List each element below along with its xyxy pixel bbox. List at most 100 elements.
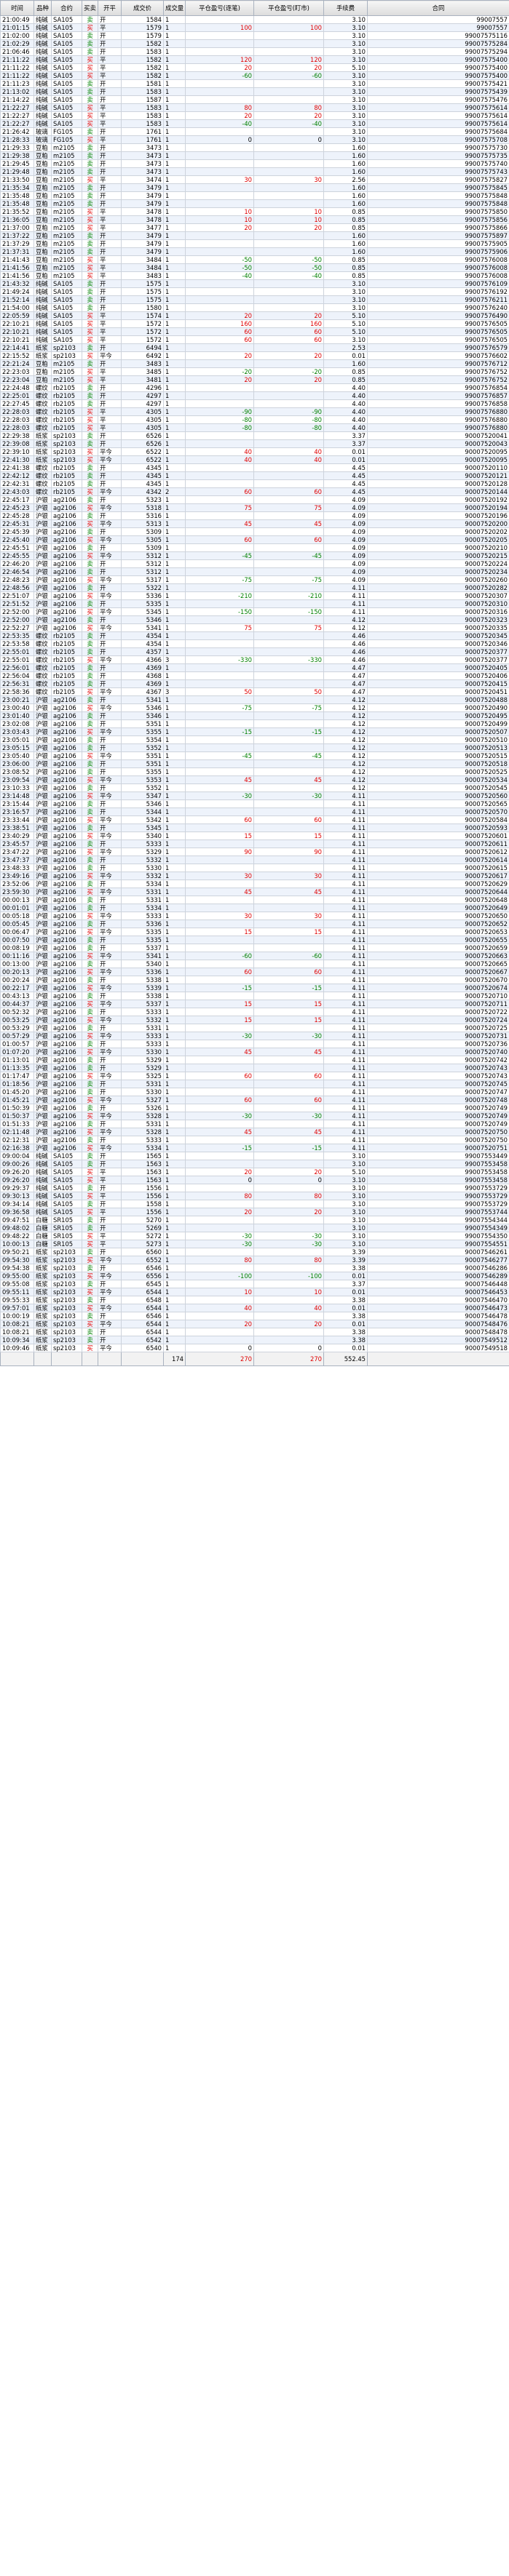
table-row[interactable]: 21:22:27 纯碱 SA105 买平 1583 1 80 80 3.10 9900757561…: [0, 103, 509, 112]
table-row[interactable]: 22:23:04 豆粕 m2105 买平 3481 1 20 20 0.85 9900757675…: [0, 375, 509, 384]
table-row[interactable]: 22:10:21 纯碱 SA105 买平 1572 1 60 60 3.10 9900757650…: [0, 335, 509, 344]
table-row[interactable]: 21:02:29 纯碱 SA105 卖开 1582 1 3.10 99007575284: [0, 39, 509, 48]
table-row[interactable]: 22:45:28 沪银 ag2106 卖开 5316 1 4.09 90007520196: [0, 511, 509, 520]
table-row[interactable]: 10:08:21 纸浆 sp2103 买平今 6544 1 20 20 0.01 90007548…: [0, 1320, 509, 1328]
table-row[interactable]: 22:39:10 纸浆 sp2103 买平今 6522 1 40 40 0.01 90007520…: [0, 447, 509, 456]
table-row[interactable]: 09:57:01 纸浆 sp2103 买平今 6544 1 40 40 0.01 90007546…: [0, 1304, 509, 1312]
table-row[interactable]: 23:03:43 沪银 ag2106 买平今 5355 1 -15 -15 4.12 900075…: [0, 727, 509, 736]
col-header-contract[interactable]: 合约: [51, 0, 82, 16]
table-row[interactable]: 09:54:38 纸浆 sp2103 卖开 6546 1 3.38 90007546286: [0, 1264, 509, 1272]
table-row[interactable]: 22:28:03 螺纹 rb2105 买平 4305 1 -80 -80 4.40 9900757…: [0, 423, 509, 432]
col-header-open-close[interactable]: 开平: [98, 0, 122, 16]
table-row[interactable]: 23:15:44 沪银 ag2106 卖开 5346 1 4.11 90007520565: [0, 799, 509, 808]
table-row[interactable]: 23:16:57 沪银 ag2106 卖开 5344 1 4.11 90007520570: [0, 808, 509, 816]
table-row[interactable]: 09:30:13 纯碱 SA105 买平 1556 1 80 80 3.10 9900755372…: [0, 1192, 509, 1200]
table-row[interactable]: 22:45:17 沪银 ag2106 卖开 5323 1 4.09 90007520192: [0, 495, 509, 504]
table-row[interactable]: 09:29:37 纯碱 SA105 卖开 1556 1 3.10 99007553729: [0, 1184, 509, 1192]
table-row[interactable]: 10:09:34 纸浆 sp2103 卖开 6542 1 3.38 90007549512: [0, 1336, 509, 1344]
table-row[interactable]: 23:00:40 沪银 ag2106 买平今 5346 1 -75 -75 4.12 900075…: [0, 703, 509, 712]
table-row[interactable]: 21:35:52 豆粕 m2105 买平 3478 1 10 10 0.85 9900757585…: [0, 207, 509, 216]
table-row[interactable]: 21:35:48 豆粕 m2105 卖开 3479 1 1.60 99007575848: [0, 191, 509, 200]
table-row[interactable]: 22:55:01 螺纹 rb2105 卖开 4357 1 4.46 90007520377: [0, 647, 509, 656]
table-row[interactable]: 23:47:22 沪银 ag2106 买平今 5329 1 90 90 4.11 90007520…: [0, 848, 509, 856]
table-row[interactable]: 21:37:00 豆粕 m2105 买平 3477 1 20 20 0.85 9900757586…: [0, 223, 509, 232]
table-row[interactable]: 22:56:01 螺纹 rb2105 卖开 4369 1 4.47 90007520405: [0, 663, 509, 672]
col-header-volume[interactable]: 成交量: [163, 0, 186, 16]
col-header-pnl-trade[interactable]: 平仓盈亏(逐笔): [185, 0, 254, 16]
col-header-side[interactable]: 买卖: [82, 0, 98, 16]
table-row[interactable]: 01:45:20 沪银 ag2106 卖开 5330 1 4.11 90007520747: [0, 1088, 509, 1096]
table-row[interactable]: 09:55:00 纸浆 sp2103 买平今 6556 1 -100 -100 0.01 9000…: [0, 1272, 509, 1280]
table-row[interactable]: 00:57:29 沪银 ag2106 买平今 5333 1 -30 -30 4.11 900075…: [0, 1032, 509, 1040]
table-row[interactable]: 09:48:02 白糖 SR105 卖开 5269 1 3.10 99007554349: [0, 1224, 509, 1232]
table-row[interactable]: 21:41:56 豆粕 m2105 买平 3484 1 -50 -50 0.85 99007576…: [0, 263, 509, 272]
table-row[interactable]: 09:55:11 纸浆 sp2103 买平今 6544 1 10 10 0.01 90007546…: [0, 1288, 509, 1296]
col-header-product[interactable]: 品种: [33, 0, 52, 16]
table-row[interactable]: 21:37:31 豆粕 m2105 卖开 3479 1 1.60 99007575906: [0, 247, 509, 256]
table-row[interactable]: 21:35:34 豆粕 m2105 卖开 3479 1 1.60 99007575845: [0, 183, 509, 192]
table-row[interactable]: 23:05:01 沪银 ag2106 卖开 5354 1 4.12 90007520510: [0, 735, 509, 744]
table-row[interactable]: 22:45:31 沪银 ag2106 买平今 5313 1 45 45 4.09 90007520…: [0, 519, 509, 528]
table-row[interactable]: 10:00:13 白糖 SR105 买平 5273 1 -30 -30 3.10 99007554…: [0, 1240, 509, 1248]
table-row[interactable]: 00:20:13 沪银 ag2106 买平今 5336 1 60 60 4.11 90007520…: [0, 968, 509, 976]
table-row[interactable]: 23:59:30 沪银 ag2106 买平今 5331 1 45 45 4.11 90007520…: [0, 888, 509, 896]
table-row[interactable]: 22:45:39 沪银 ag2106 卖开 5309 1 4.09 90007520202: [0, 527, 509, 536]
table-row[interactable]: 22:56:04 螺纹 rb2105 卖开 4368 1 4.47 90007520406: [0, 671, 509, 680]
table-row[interactable]: 21:41:56 豆粕 m2105 买平 3483 1 -40 -40 0.85 99007576…: [0, 271, 509, 280]
table-row[interactable]: 21:33:50 豆粕 m2105 买平 3474 1 30 30 2.56 9900757582…: [0, 175, 509, 184]
table-row[interactable]: 21:29:38 豆粕 m2105 卖开 3473 1 1.60 99007575735: [0, 151, 509, 160]
table-row[interactable]: 22:23:03 豆粕 m2105 买平 3485 1 -20 -20 0.85 99007576…: [0, 367, 509, 376]
table-row[interactable]: 22:46:54 沪银 ag2106 卖开 5312 1 4.09 90007520234: [0, 567, 509, 576]
col-header-time[interactable]: 时间: [0, 0, 34, 16]
table-row[interactable]: 22:41:38 螺纹 rb2105 卖开 4345 1 4.45 90007520110: [0, 463, 509, 472]
table-row[interactable]: 09:54:30 纸浆 sp2103 买平今 6552 1 80 80 3.39 90007546…: [0, 1256, 509, 1264]
table-row[interactable]: 01:13:35 沪银 ag2106 卖开 5329 1 4.11 90007520743: [0, 1064, 509, 1072]
table-row[interactable]: 01:13:01 沪银 ag2106 卖开 5329 1 4.11 90007520742: [0, 1056, 509, 1064]
col-header-fee[interactable]: 手续费: [323, 0, 368, 16]
table-row[interactable]: 01:18:56 沪银 ag2106 卖开 5331 1 4.11 90007520745: [0, 1080, 509, 1088]
table-row[interactable]: 22:25:01 螺纹 rb2105 卖开 4297 1 4.40 99007576857: [0, 391, 509, 400]
table-row[interactable]: 10:08:21 纸浆 sp2103 卖开 6544 1 3.38 90007548478: [0, 1328, 509, 1336]
table-row[interactable]: 02:12:31 沪银 ag2106 卖开 5333 1 4.11 90007520750: [0, 1136, 509, 1144]
table-row[interactable]: 21:22:27 纯碱 SA105 买平 1583 1 20 20 3.10 9900757561…: [0, 111, 509, 120]
table-row[interactable]: 23:05:15 沪银 ag2106 卖开 5352 1 4.12 90007520513: [0, 743, 509, 752]
table-row[interactable]: 00:44:37 沪银 ag2106 买平今 5337 1 15 15 4.11 90007520…: [0, 1000, 509, 1008]
table-row[interactable]: 23:01:40 沪银 ag2106 卖开 5346 1 4.12 90007520495: [0, 711, 509, 720]
table-row[interactable]: 22:27:45 螺纹 rb2105 卖开 4297 1 4.40 99007576858: [0, 399, 509, 408]
table-row[interactable]: 23:08:52 沪银 ag2106 卖开 5355 1 4.12 90007520525: [0, 767, 509, 776]
table-row[interactable]: 23:10:33 沪银 ag2106 卖开 5352 1 4.12 90007520545: [0, 783, 509, 792]
table-row[interactable]: 22:52:00 沪银 ag2106 卖开 5346 1 4.12 90007520323: [0, 615, 509, 624]
table-row[interactable]: 00:00:13 沪银 ag2106 卖开 5331 1 4.11 90007520648: [0, 896, 509, 904]
table-row[interactable]: 22:55:01 螺纹 rb2105 买平今 4366 3 -330 -330 4.46 9000…: [0, 655, 509, 664]
table-row[interactable]: 21:26:42 玻璃 FG105 卖开 1761 1 3.10 99007575684: [0, 127, 509, 136]
table-row[interactable]: 22:43:03 螺纹 rb2105 买平今 4342 2 60 60 4.45 90007520…: [0, 487, 509, 496]
table-row[interactable]: 23:52:06 沪银 ag2106 卖开 5334 1 4.11 90007520629: [0, 880, 509, 888]
table-row[interactable]: 21:52:14 纯碱 SA105 卖开 1575 1 3.10 99007576211: [0, 295, 509, 304]
table-row[interactable]: 22:41:30 纸浆 sp2103 买平今 6522 1 40 40 0.01 90007520…: [0, 455, 509, 464]
table-row[interactable]: 23:38:51 沪银 ag2106 卖开 5345 1 4.11 90007520593: [0, 824, 509, 832]
table-row[interactable]: 21:41:43 豆粕 m2105 买平 3484 1 -50 -50 0.85 99007576…: [0, 255, 509, 264]
table-row[interactable]: 21:49:24 纯碱 SA105 卖开 1575 1 3.10 99007576192: [0, 287, 509, 296]
table-row[interactable]: 01:50:37 沪银 ag2106 买平今 5328 1 -30 -30 4.11 900075…: [0, 1112, 509, 1120]
table-row[interactable]: 23:09:54 沪银 ag2106 买平今 5353 1 45 45 4.12 90007520…: [0, 775, 509, 784]
table-row[interactable]: 22:45:51 沪银 ag2106 卖开 5309 1 4.09 90007520210: [0, 543, 509, 552]
table-row[interactable]: 00:22:17 沪银 ag2106 买平今 5339 1 -15 -15 4.11 900075…: [0, 984, 509, 992]
table-row[interactable]: 21:37:22 豆粕 m2105 卖开 3479 1 1.60 99007575897: [0, 231, 509, 240]
table-row[interactable]: 21:36:05 豆粕 m2105 买平 3478 1 10 10 0.85 9900757585…: [0, 215, 509, 224]
table-row[interactable]: 09:55:08 纸浆 sp2103 卖开 6545 1 3.37 90007546448: [0, 1280, 509, 1288]
table-row[interactable]: 00:53:25 沪银 ag2106 买平今 5332 1 15 15 4.11 90007520…: [0, 1016, 509, 1024]
table-row[interactable]: 00:43:13 沪银 ag2106 卖开 5338 1 4.11 90007520710: [0, 992, 509, 1000]
table-row[interactable]: 00:07:50 沪银 ag2106 卖开 5335 1 4.11 90007520655: [0, 936, 509, 944]
table-row[interactable]: 21:29:33 豆粕 m2105 卖开 3473 1 1.60 99007575730: [0, 143, 509, 152]
table-row[interactable]: 23:00:21 沪银 ag2106 卖开 5341 1 4.12 90007520488: [0, 695, 509, 704]
col-header-contract-no[interactable]: 合同: [367, 0, 509, 16]
table-row[interactable]: 01:50:39 沪银 ag2106 卖开 5326 1 4.11 90007520749: [0, 1104, 509, 1112]
table-row[interactable]: 00:05:45 沪银 ag2106 卖开 5336 1 4.11 90007520652: [0, 920, 509, 928]
table-row[interactable]: 22:10:21 纯碱 SA105 买平 1572 1 160 160 5.10 99007576…: [0, 319, 509, 328]
table-row[interactable]: 10:00:19 纸浆 sp2103 卖开 6546 1 3.38 90007546478: [0, 1312, 509, 1320]
table-row[interactable]: 00:52:32 沪银 ag2106 卖开 5333 1 4.11 90007520722: [0, 1008, 509, 1016]
table-row[interactable]: 23:05:40 沪银 ag2106 买平今 5351 1 -45 -45 4.12 900075…: [0, 751, 509, 760]
table-row[interactable]: 09:55:33 纸浆 sp2103 卖开 6548 1 3.38 90007546470: [0, 1296, 509, 1304]
table-row[interactable]: 23:02:08 沪银 ag2106 卖开 5351 1 4.12 90007520499: [0, 719, 509, 728]
table-row[interactable]: 21:37:29 豆粕 m2105 卖开 3479 1 1.60 99007575905: [0, 239, 509, 248]
